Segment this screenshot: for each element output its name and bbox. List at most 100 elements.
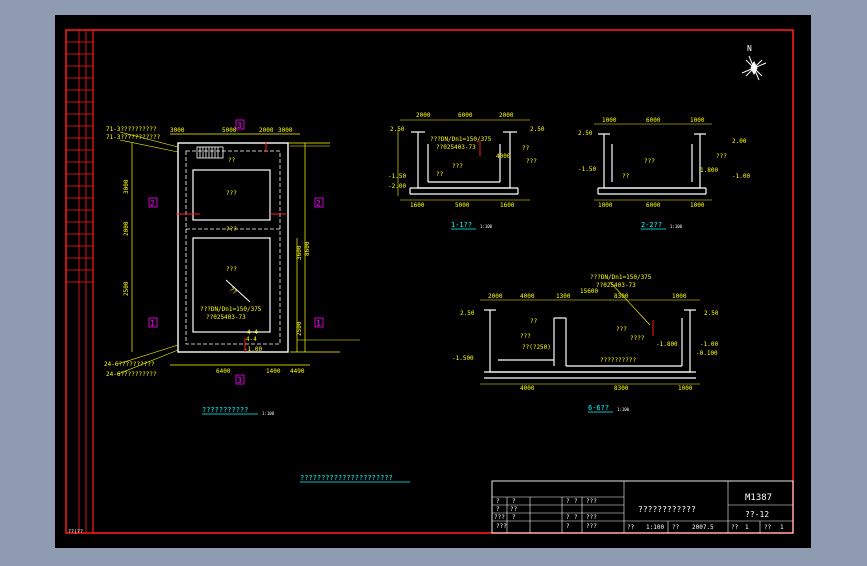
s3-dim-bottom-1: 8300 — [614, 385, 629, 392]
s3-dim-top-1: 4000 — [520, 293, 535, 300]
section-1-title: 1-1?? — [451, 221, 472, 229]
tb-row3-c4: ??? — [586, 523, 597, 530]
tb-row0-c4: ??? — [586, 498, 597, 505]
s1-level-3: -2.00 — [388, 183, 406, 190]
section-mark-3-bottom: 3 — [237, 376, 242, 385]
plan-dim-bottom-1: 1400 — [266, 368, 281, 375]
s1-pipe-note-1: ???DN/Dn1=150/375 — [430, 136, 492, 143]
section-1-scale: 1:100 — [480, 224, 493, 229]
s1-dim-bottom-0: 1600 — [410, 202, 425, 209]
s2-label-0: ??? — [644, 158, 655, 165]
plan-stair-label: 4-4 — [247, 329, 258, 336]
plan-level-0: 4-4 — [246, 336, 257, 343]
s1-pipe-note-2: ??025403-73 — [436, 144, 476, 151]
tb-row0-c3: ? — [574, 498, 578, 505]
s3-label-0: ??? — [616, 326, 627, 333]
section-mark-2-left: 2 — [150, 199, 155, 208]
s1-level-4: 4000 — [496, 153, 511, 160]
tb-row0-c1: ? — [512, 498, 516, 505]
plan-dim-top-1: 5000 — [222, 127, 237, 134]
plan-side-note-2: 24-6?????????? — [104, 361, 155, 368]
tb-sheet-label: ?? — [731, 524, 739, 531]
model-space[interactable] — [55, 15, 811, 548]
tb-sheet-value: 1 — [745, 524, 749, 531]
tb-row3-c0: ??? — [496, 523, 507, 530]
s2-dim-top-2: 1000 — [690, 117, 705, 124]
plan-dim-right-2: 2500 — [296, 321, 303, 336]
plan-dim-left-1: 2000 — [123, 221, 130, 236]
plan-dim-top-0: 3000 — [170, 127, 185, 134]
s3-pipe-note-1: ???DN/Dn1=150/375 — [590, 274, 652, 281]
section-mark-1-right: 1 — [316, 319, 321, 328]
s1-level-1: 2.50 — [530, 126, 545, 133]
s2-dim-bottom-0: 1000 — [598, 202, 613, 209]
s1-label-1: ??? — [526, 158, 537, 165]
s2-level-0: 2.50 — [578, 130, 593, 137]
plan-pipe-note-1: ???DN/Dn1=150/375 — [200, 306, 262, 313]
s2-dim-top-0: 1000 — [602, 117, 617, 124]
s2-dim-top-1: 6000 — [646, 117, 661, 124]
s3-level-3: -1.800 — [656, 341, 678, 348]
s2-level-4: -1.00 — [732, 173, 750, 180]
s3-dim-top-3: 15600 — [580, 288, 598, 295]
s3-level-2: -1.500 — [452, 355, 474, 362]
s1-label-0: ??? — [452, 163, 463, 170]
section-mark-2-right: 2 — [316, 199, 321, 208]
plan-room-label-3: ??? — [226, 226, 237, 233]
s3-dim-top-5: 1000 — [672, 293, 687, 300]
section-3-title: 6-6?? — [588, 404, 609, 412]
plan-dim-right-0: 8600 — [304, 241, 311, 256]
plan-dim-right-1: 3600 — [296, 245, 303, 260]
s3-dim-top-0: 2000 — [488, 293, 503, 300]
tb-row2-c4: ??? — [586, 514, 597, 521]
s3-label-1: ??? — [520, 333, 531, 340]
plan-side-note-0: 71-3?????????? — [106, 126, 157, 133]
tb-date-label: ?? — [672, 524, 680, 531]
tb-row2-c0: ??? — [494, 514, 505, 521]
cad-window: N 3 3 2 2 1 1 3000 5000 2000 3000 6400 1… — [0, 0, 867, 562]
s3-level-1: 2.50 — [704, 310, 719, 317]
tb-row2-c3: ? — [574, 514, 578, 521]
section-2-scale: 1:100 — [670, 224, 683, 229]
section-2-title: 2-2?? — [641, 221, 662, 229]
plan-level-1: -1.00 — [244, 346, 262, 353]
corner-note: ??(?? — [68, 529, 83, 535]
tb-scale-value: 1:100 — [646, 524, 664, 531]
plan-side-note-3: 24-6?????????? — [106, 371, 157, 378]
drawing-canvas[interactable]: N 3 3 2 2 1 1 3000 5000 2000 3000 6400 1… — [0, 0, 867, 562]
s3-level-5: -0.100 — [696, 350, 718, 357]
s2-dim-bottom-1: 6000 — [646, 202, 661, 209]
plan-dim-left-2: 2500 — [123, 281, 130, 296]
plan-scale: 1:100 — [262, 411, 275, 416]
plan-title: ??????????? — [202, 406, 248, 414]
plan-dim-top-3: 3000 — [278, 127, 293, 134]
s1-dim-top-2: 2000 — [499, 112, 514, 119]
s2-dim-bottom-2: 1000 — [690, 202, 705, 209]
s2-label-2: ?? — [622, 173, 630, 180]
section-3-scale: 1:100 — [617, 407, 630, 412]
tb-row2-c2: ? — [566, 514, 570, 521]
s1-label-2: ?? — [522, 145, 530, 152]
tb-row0-c0: ? — [496, 498, 500, 505]
s3-level-0: 2.50 — [460, 310, 475, 317]
svg-text:N: N — [747, 44, 752, 53]
tb-row1-c1: ?? — [510, 506, 518, 513]
tb-total-label: ?? — [764, 524, 772, 531]
s1-dim-bottom-2: 1600 — [500, 202, 515, 209]
plan-room-label-1: ??? — [226, 190, 237, 197]
s2-label-1: ??? — [716, 153, 727, 160]
s3-dim-bottom-2: 1000 — [678, 385, 693, 392]
plan-dim-bottom-2: 4490 — [290, 368, 305, 375]
tb-sheet-no: ??-12 — [745, 510, 769, 519]
tb-row0-c2: ? — [566, 498, 570, 505]
plan-dim-left-0: 3000 — [123, 179, 130, 194]
s3-label-4: ???? — [630, 335, 645, 342]
plan-room-label-0: ?? — [228, 157, 236, 164]
tb-total-value: 1 — [780, 524, 784, 531]
s1-level-2: -1.50 — [388, 173, 406, 180]
footer-note: ?????????????????????? — [300, 474, 393, 482]
section-mark-1-left: 1 — [150, 319, 155, 328]
plan-side-note-1: 71-3??????????? — [106, 134, 161, 141]
plan-dim-top-2: 2000 — [259, 127, 274, 134]
s1-label-3: ?? — [436, 171, 444, 178]
